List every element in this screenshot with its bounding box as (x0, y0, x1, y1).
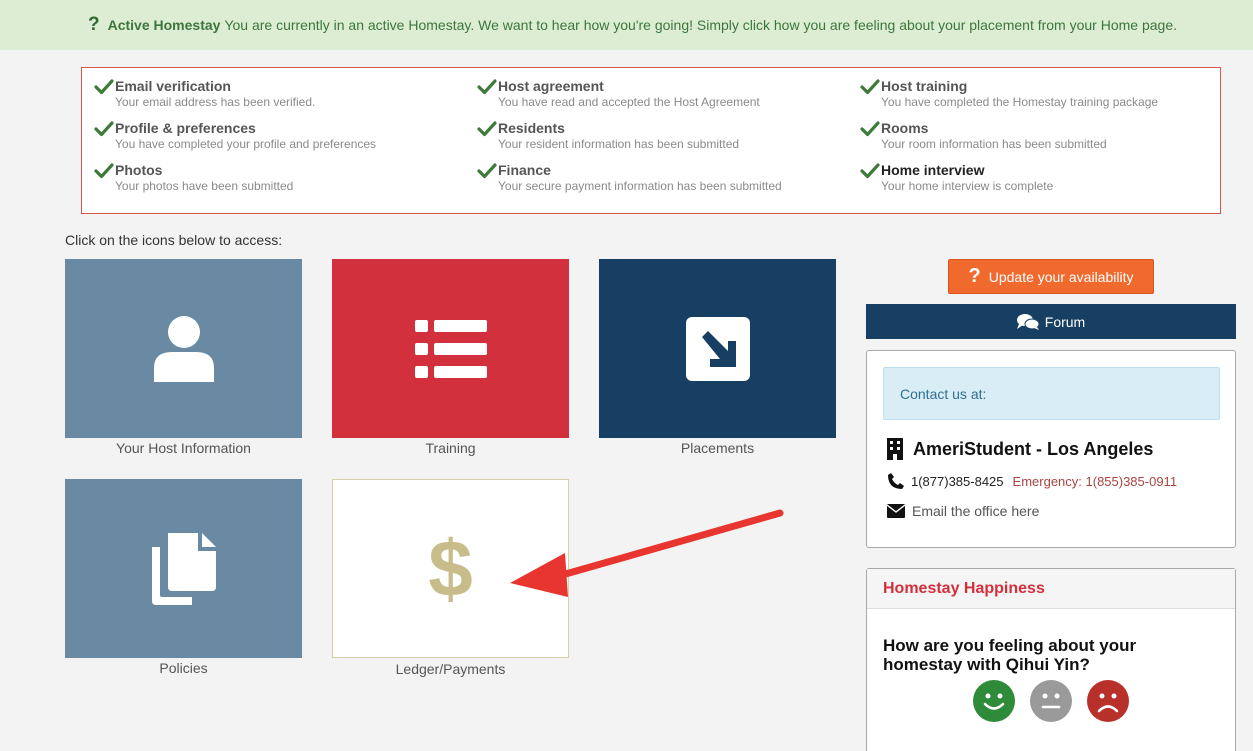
checklist-desc: Your home interview is complete (881, 179, 1054, 193)
banner-message: You are currently in an active Homestay.… (224, 17, 1178, 33)
checklist-item-rooms: Rooms Your room information has been sub… (860, 120, 1230, 151)
checklist-title: Home interview (881, 162, 985, 178)
checklist-item-residents: Residents Your resident information has … (477, 120, 847, 151)
checklist-title: Email verification (115, 78, 231, 94)
host-information-tile[interactable] (65, 259, 302, 438)
happiness-title: Homestay Happiness (867, 569, 1235, 609)
banner-title: Active Homestay (107, 17, 221, 33)
checklist-title: Residents (498, 120, 565, 136)
check-icon (94, 163, 114, 179)
checklist-desc: You have completed the Homestay training… (881, 95, 1159, 109)
check-icon (860, 163, 880, 179)
office-name-row: AmeriStudent - Los Angeles (887, 438, 1153, 460)
smile-face-icon[interactable] (973, 680, 1015, 722)
update-availability-button[interactable]: ? Update your availability (948, 259, 1154, 294)
forum-label: Forum (1044, 313, 1086, 330)
checklist-item-home-interview: Home interview Your home interview is co… (860, 162, 1230, 193)
checklist-item-profile: Profile & preferences You have completed… (94, 120, 464, 151)
checklist-desc: Your room information has been submitted (881, 137, 1107, 151)
contact-header: Contact us at: (883, 367, 1220, 420)
documents-icon (151, 532, 216, 605)
checklist-desc: Your secure payment information has been… (498, 179, 782, 193)
checklist-title: Photos (115, 162, 163, 178)
checklist-item-host-agreement: Host agreement You have read and accepte… (477, 78, 847, 109)
training-label[interactable]: Training (332, 440, 569, 456)
phone-number[interactable]: 1(877)385-8425 (911, 474, 1004, 489)
check-icon (477, 163, 497, 179)
update-availability-label: Update your availability (988, 268, 1134, 285)
training-tile[interactable] (332, 259, 569, 438)
emergency-number[interactable]: Emergency: 1(855)385-0911 (1013, 474, 1178, 489)
policies-label[interactable]: Policies (65, 660, 302, 676)
check-icon (477, 121, 497, 137)
placements-label[interactable]: Placements (599, 440, 836, 456)
checklist-title: Finance (498, 162, 551, 178)
checklist-item-finance: Finance Your secure payment information … (477, 162, 847, 193)
dollar-icon: $ (428, 523, 473, 613)
checklist-title: Host agreement (498, 78, 604, 94)
email-office-link[interactable]: Email the office here (887, 503, 1039, 519)
checklist-desc: Your photos have been submitted (115, 179, 294, 193)
annotation-arrow-icon (510, 509, 784, 597)
checklist-item-host-training: Host training You have completed the Hom… (860, 78, 1230, 109)
comments-icon (1016, 313, 1039, 330)
user-icon (153, 315, 214, 382)
checklist-desc: Your email address has been verified. (115, 95, 316, 109)
host-information-label[interactable]: Your Host Information (65, 440, 302, 456)
building-icon (887, 438, 903, 460)
checklist-desc: You have completed your profile and pref… (115, 137, 377, 151)
arrow-down-right-square-icon (685, 316, 750, 381)
check-icon (94, 121, 114, 137)
phone-icon (888, 473, 904, 489)
check-icon (477, 79, 497, 95)
checklist-item-photos: Photos Your photos have been submitted (94, 162, 464, 193)
list-icon (414, 319, 487, 378)
check-icon (860, 121, 880, 137)
question-icon: ? (88, 14, 100, 35)
check-icon (94, 79, 114, 95)
checklist-desc: You have read and accepted the Host Agre… (498, 95, 760, 109)
placements-tile[interactable] (599, 259, 836, 438)
policies-tile[interactable] (65, 479, 302, 658)
question-icon: ? (968, 265, 981, 287)
office-name: AmeriStudent - Los Angeles (913, 438, 1154, 459)
checklist-item-email: Email verification Your email address ha… (94, 78, 464, 109)
forum-button[interactable]: Forum (866, 304, 1236, 339)
checklist-title: Profile & preferences (115, 120, 256, 136)
envelope-icon (887, 504, 905, 518)
access-prompt: Click on the icons below to access: (65, 232, 283, 248)
neutral-face-icon[interactable] (1030, 680, 1072, 722)
ledger-payments-label[interactable]: Ledger/Payments (332, 661, 569, 677)
phone-row: 1(877)385-8425 Emergency: 1(855)385-0911 (887, 472, 1177, 490)
check-icon (860, 79, 880, 95)
active-homestay-banner: ? Active Homestay You are currently in a… (0, 0, 1253, 50)
happiness-question: How are you feeling about your homestay … (883, 636, 1137, 674)
contact-panel: Contact us at: AmeriStudent - Los Angele… (866, 350, 1236, 548)
onboarding-checklist: Email verification Your email address ha… (81, 67, 1221, 214)
sad-face-icon[interactable] (1087, 680, 1129, 722)
email-office-label: Email the office here (912, 503, 1040, 519)
homestay-happiness-panel: Homestay Happiness How are you feeling a… (866, 568, 1236, 751)
checklist-desc: Your resident information has been submi… (498, 137, 740, 151)
checklist-title: Rooms (881, 120, 929, 136)
checklist-title: Host training (881, 78, 968, 94)
